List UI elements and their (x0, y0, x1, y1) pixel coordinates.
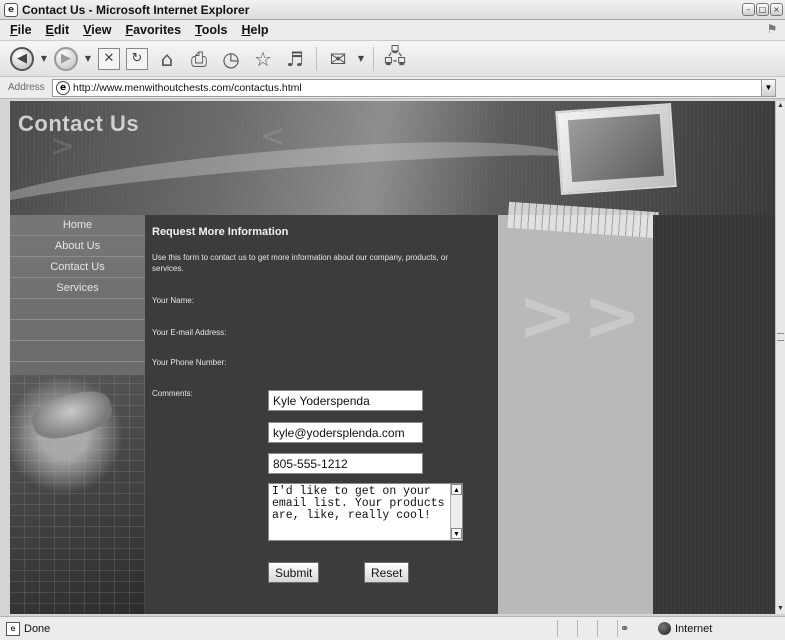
favorites-icon[interactable]: ☆ (250, 46, 276, 72)
scrollbar-grip[interactable] (777, 333, 784, 341)
title-bar[interactable]: e Contact Us - Microsoft Internet Explor… (0, 0, 785, 20)
home-icon[interactable]: ⌂ (154, 46, 180, 72)
window-controls: – □ × (742, 3, 783, 16)
hand-image (28, 385, 116, 445)
address-field[interactable]: e http://www.menwithoutchests.com/contac… (52, 79, 776, 97)
scroll-down-icon[interactable]: ▼ (776, 604, 785, 614)
toolbar-separator (316, 46, 317, 71)
nav-home[interactable]: Home (10, 215, 145, 236)
banner-title: Contact Us (18, 111, 140, 136)
status-pane (597, 620, 617, 637)
status-pane (557, 620, 577, 637)
media-icon[interactable]: ♬ (282, 46, 308, 72)
globe-icon (658, 622, 671, 635)
standard-toolbar: ◀ ▼ ▶ ▼ ✕ ↻ ⌂ ⎙ ◷ ☆ ♬ ✉ ▼ 🖧 (0, 41, 785, 77)
status-bar: e Done ⚭ Internet (0, 616, 785, 640)
nav-services[interactable]: Services (10, 278, 145, 299)
monitor-image (555, 103, 677, 195)
menu-tools[interactable]: Tools (195, 23, 227, 37)
menu-help[interactable]: Help (241, 23, 268, 37)
site-banner: < > Contact Us (10, 101, 775, 215)
page-scrollbar[interactable]: ▲ ▼ (775, 101, 785, 614)
phone-label: Your Phone Number: (152, 358, 227, 367)
scroll-down-icon[interactable]: ▼ (451, 528, 462, 539)
close-button[interactable]: × (770, 3, 783, 16)
menu-edit[interactable]: Edit (46, 23, 70, 37)
right-margin-pattern (653, 215, 775, 614)
contact-form-section: Request More Information Use this form t… (145, 215, 498, 614)
nav-contact-us[interactable]: Contact Us (10, 257, 145, 278)
refresh-icon[interactable]: ↻ (126, 47, 148, 70)
windows-logo-icon: ⚑ (766, 22, 778, 36)
reset-button[interactable]: Reset (364, 562, 410, 583)
banner-swoosh (10, 130, 572, 215)
page-icon: e (56, 81, 70, 95)
email-input[interactable] (268, 422, 423, 443)
email-label: Your E-mail Address: (152, 328, 227, 337)
section-title: Request More Information (152, 226, 289, 238)
menu-bar: File Edit View Favorites Tools Help ⚑ (0, 20, 785, 41)
print-icon[interactable]: ⎙ (186, 46, 212, 72)
left-column: Home About Us Contact Us Services (10, 215, 145, 614)
back-icon[interactable]: ◀ (10, 46, 34, 71)
page-done-icon: e (6, 621, 20, 636)
status-text: Done (24, 622, 51, 635)
circuit-board-image (10, 375, 145, 614)
comments-label: Comments: (152, 389, 193, 398)
nav-divider (10, 341, 145, 362)
nav-about-us[interactable]: About Us (10, 236, 145, 257)
minimize-button[interactable]: – (742, 3, 755, 16)
forward-dropdown-icon[interactable]: ▼ (84, 46, 92, 72)
maximize-button[interactable]: □ (756, 3, 769, 16)
submit-button[interactable]: Submit (268, 562, 320, 583)
nav-divider (10, 320, 145, 341)
right-column: >> (498, 215, 653, 614)
chevron-decoration: >> (518, 275, 648, 357)
intro-text: Use this form to contact us to get more … (152, 253, 448, 273)
menu-view[interactable]: View (83, 23, 111, 37)
monitor-screen (567, 113, 664, 183)
banner-decoration: < (260, 119, 286, 154)
address-bar: Address e http://www.menwithoutchests.co… (0, 77, 785, 99)
comments-box: I'd like to get on your email list. Your… (268, 483, 463, 541)
phone-input[interactable] (268, 453, 423, 474)
nav-divider (10, 299, 145, 320)
name-label: Your Name: (152, 296, 194, 305)
comments-textarea[interactable]: I'd like to get on your email list. Your… (269, 484, 450, 540)
address-label: Address (8, 82, 45, 93)
stop-icon[interactable]: ✕ (98, 47, 120, 70)
ie-page-icon: e (4, 2, 18, 17)
status-panes (557, 620, 659, 637)
network-icon[interactable]: 🖧 (382, 44, 408, 72)
forward-icon[interactable]: ▶ (54, 46, 78, 71)
security-icon: ⚭ (620, 622, 630, 635)
menu-file[interactable]: File (10, 23, 32, 37)
mail-icon[interactable]: ✉ (325, 46, 351, 72)
page-viewport: < > Contact Us Home About Us Contact Us … (10, 101, 775, 614)
history-icon[interactable]: ◷ (218, 46, 244, 72)
status-pane (577, 620, 597, 637)
comments-scrollbar[interactable]: ▲ ▼ (450, 484, 462, 540)
security-zone[interactable]: Internet (658, 620, 712, 637)
name-input[interactable] (268, 390, 423, 411)
mail-dropdown-icon[interactable]: ▼ (357, 46, 365, 72)
scroll-up-icon[interactable]: ▲ (451, 484, 462, 495)
zone-label: Internet (675, 622, 713, 635)
address-url[interactable]: http://www.menwithoutchests.com/contactu… (73, 82, 302, 94)
menu-favorites[interactable]: Favorites (125, 23, 181, 37)
back-dropdown-icon[interactable]: ▼ (40, 46, 48, 72)
address-dropdown-icon[interactable]: ▼ (761, 80, 775, 96)
toolbar-separator (373, 46, 374, 71)
scroll-up-icon[interactable]: ▲ (776, 101, 785, 111)
window-title: Contact Us - Microsoft Internet Explorer (22, 2, 250, 17)
site-nav: Home About Us Contact Us Services (10, 215, 145, 362)
